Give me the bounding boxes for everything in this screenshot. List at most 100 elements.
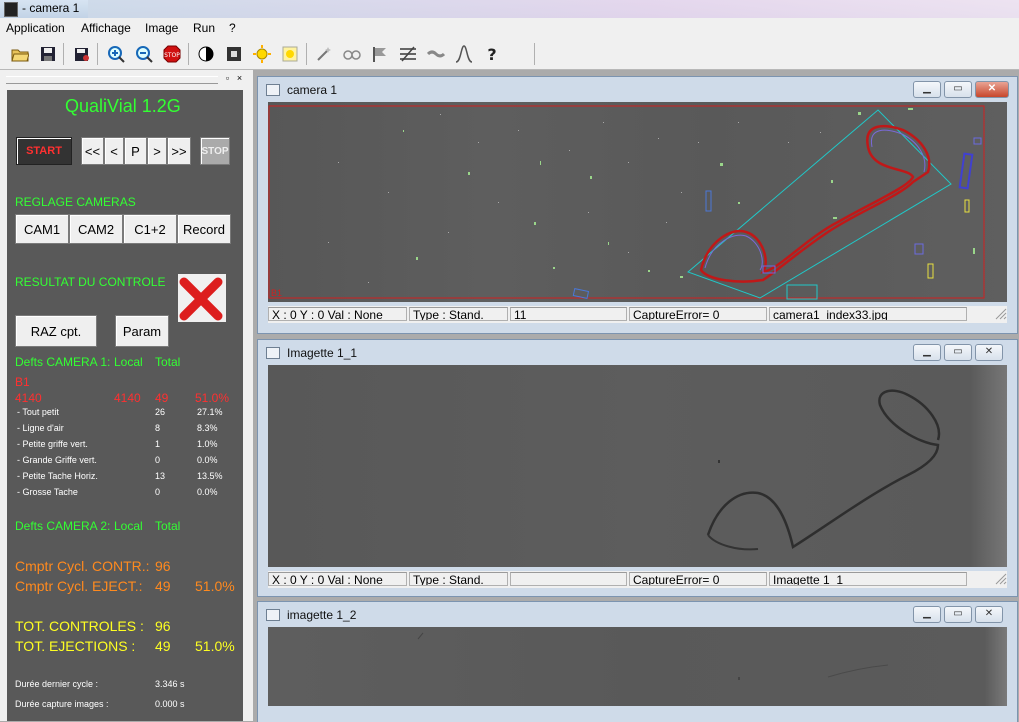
square-icon[interactable]: [224, 44, 244, 64]
zoom-out-icon[interactable]: [134, 44, 154, 64]
resize-grip-icon[interactable]: [995, 308, 1007, 320]
imagette12-caption[interactable]: imagette 1_2 ▁ ▭ ✕: [258, 602, 1017, 626]
defect-name: - Tout petit: [17, 407, 59, 417]
tot-ejections-label: TOT. EJECTIONS :: [15, 638, 136, 654]
toolbar: STOP ?: [0, 39, 1019, 70]
window-icon: [266, 84, 280, 96]
defect-pct: 13.5%: [197, 471, 223, 481]
start-button[interactable]: START: [16, 137, 72, 165]
contrast-icon[interactable]: [196, 44, 216, 64]
cmptr-eject-value: 49: [155, 578, 171, 594]
col-local: Local: [114, 519, 143, 533]
status-capture-error: CaptureError= 0: [629, 572, 767, 586]
menu-run[interactable]: Run: [193, 21, 215, 35]
dock-grip[interactable]: [6, 76, 218, 84]
title-bar: - camera 1: [0, 0, 1019, 18]
sun-icon[interactable]: [252, 44, 272, 64]
reglage-title: REGLAGE CAMERAS: [15, 195, 136, 209]
curve-icon[interactable]: [454, 44, 474, 64]
b1-value-d: 51.0%: [195, 391, 230, 405]
app-name: QualiVial 1.2G: [65, 96, 181, 116]
status-filename: Imagette 1_1: [769, 572, 967, 586]
reject-x-icon: [178, 274, 226, 322]
levels-icon[interactable]: [398, 44, 418, 64]
dock-float-icon[interactable]: ▫: [222, 73, 233, 84]
maximize-button[interactable]: ▭: [944, 606, 972, 623]
save-icon[interactable]: [38, 44, 58, 64]
dock-close-icon[interactable]: ×: [234, 73, 245, 84]
cmptr-eject-pct: 51.0%: [195, 578, 235, 594]
resultat-title: RESULTAT DU CONTROLE: [15, 275, 166, 289]
maximize-button[interactable]: ▭: [944, 344, 972, 361]
zoom-in-icon[interactable]: [106, 44, 126, 64]
raz-button[interactable]: RAZ cpt.: [15, 315, 97, 347]
resize-grip-icon[interactable]: [995, 573, 1007, 585]
col-total: Total: [155, 355, 181, 369]
menu-image[interactable]: Image: [145, 21, 178, 35]
stop-button[interactable]: STOP: [200, 137, 230, 165]
glasses-icon[interactable]: [342, 44, 362, 64]
roi-label: B1: [271, 288, 282, 298]
light-icon[interactable]: [280, 44, 300, 64]
window-icon: [266, 347, 280, 359]
defect-count: 26: [155, 407, 166, 417]
maximize-button[interactable]: ▭: [944, 81, 972, 98]
pause-button[interactable]: P: [124, 137, 147, 165]
duree-capture-label: Durée capture images :: [15, 699, 109, 709]
menu-help[interactable]: ?: [229, 21, 236, 35]
window-title: - camera 1: [22, 1, 80, 15]
duree-cycle-label: Durée dernier cycle :: [15, 679, 99, 689]
cmptr-contr-label: Cmptr Cycl. CONTR.:: [15, 558, 150, 574]
open-folder-icon[interactable]: [10, 44, 30, 64]
close-button[interactable]: ✕: [975, 606, 1003, 623]
handshake-icon[interactable]: [426, 44, 446, 64]
camera1-statusbar: X : 0 Y : 0 Val : None Type : Stand. 11 …: [268, 306, 1007, 323]
last-button[interactable]: >>: [167, 137, 191, 165]
defect-name: - Petite Tache Horiz.: [17, 471, 98, 481]
tot-ejections-value: 49: [155, 638, 171, 654]
menu-affichage[interactable]: Affichage: [81, 21, 131, 35]
defect-count: 8: [155, 423, 161, 433]
imagette12-image[interactable]: [268, 627, 1007, 706]
status-type: Type : Stand.: [409, 307, 508, 321]
defect-name: - Petite griffe vert.: [17, 439, 88, 449]
next-button[interactable]: >: [147, 137, 167, 165]
b1-value-c: 49: [155, 391, 169, 405]
cmptr-contr-value: 96: [155, 558, 171, 574]
cam2-button[interactable]: CAM2: [69, 214, 123, 244]
camera1-image[interactable]: B1: [268, 102, 1007, 302]
status-index: 11: [510, 307, 627, 321]
defect-count: 0: [155, 455, 161, 465]
minimize-button[interactable]: ▁: [913, 344, 941, 361]
menu-application[interactable]: Application: [6, 21, 65, 35]
defect-pct: 0.0%: [197, 455, 218, 465]
b1-value-b: 4140: [114, 391, 141, 405]
window-icon: [266, 609, 280, 621]
tot-ejections-pct: 51.0%: [195, 638, 235, 654]
help-icon[interactable]: ?: [482, 44, 502, 64]
previous-button[interactable]: <: [104, 137, 124, 165]
close-button[interactable]: ✕: [975, 344, 1003, 361]
first-button[interactable]: <<: [81, 137, 104, 165]
save-as-icon[interactable]: [72, 44, 92, 64]
defect-pct: 27.1%: [197, 407, 223, 417]
cam-both-button[interactable]: C1+2: [123, 214, 177, 244]
record-button[interactable]: Record: [177, 214, 231, 244]
wand-icon[interactable]: [314, 44, 334, 64]
cam1-button[interactable]: CAM1: [15, 214, 69, 244]
param-button[interactable]: Param: [115, 315, 169, 347]
close-button[interactable]: ✕: [975, 81, 1009, 98]
camera1-caption[interactable]: camera 1 ▁ ▭ ✕: [258, 77, 1017, 101]
minimize-button[interactable]: ▁: [913, 81, 941, 98]
camera1-title: camera 1: [287, 83, 338, 97]
defect-name: - Ligne d'air: [17, 423, 64, 433]
mdi-area: camera 1 ▁ ▭ ✕ B1 X: 0 Y: 0 Val: None…: [253, 70, 1019, 722]
stop-icon[interactable]: STOP: [162, 44, 182, 64]
defect-pct: 1.0%: [197, 439, 218, 449]
imagette11-image[interactable]: [268, 365, 1007, 567]
defect-pct: 8.3%: [197, 423, 218, 433]
flag-icon[interactable]: [370, 44, 390, 64]
minimize-button[interactable]: ▁: [913, 606, 941, 623]
col-total: Total: [155, 519, 181, 533]
imagette11-caption[interactable]: Imagette 1_1 ▁ ▭ ✕: [258, 340, 1017, 364]
